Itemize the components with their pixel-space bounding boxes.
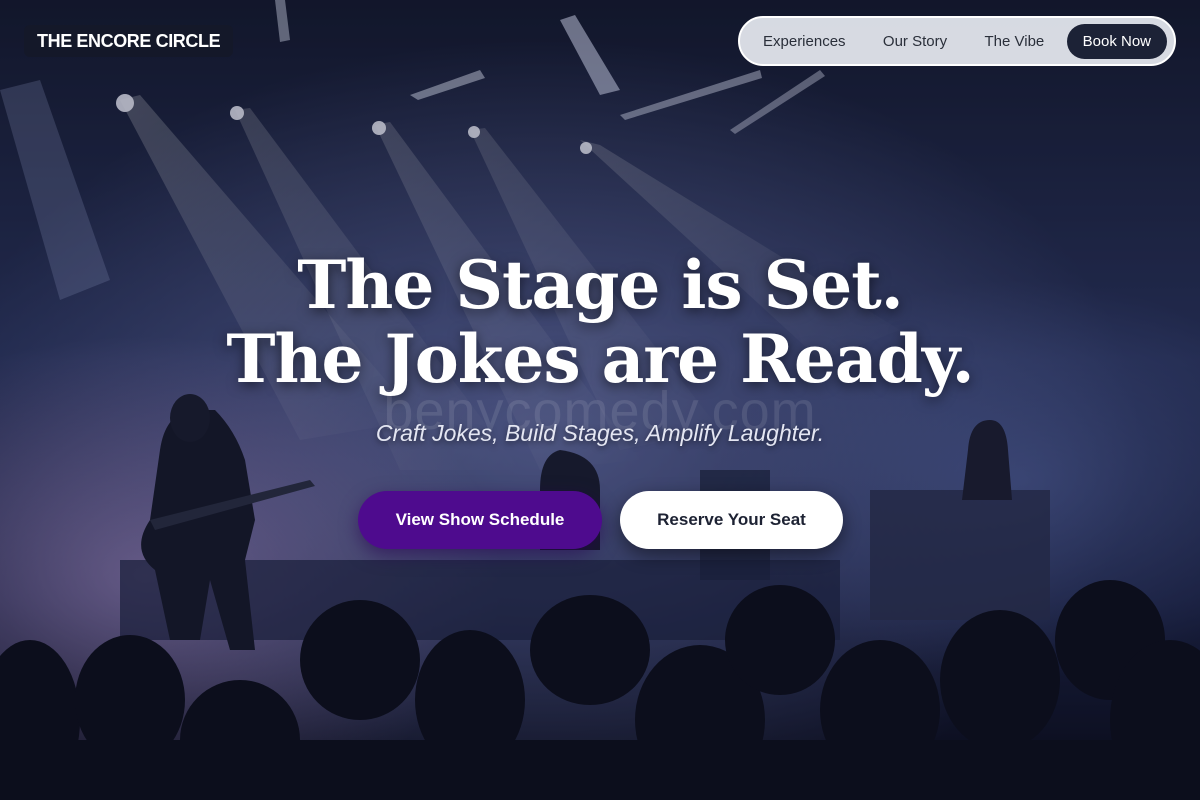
view-show-schedule-button[interactable]: View Show Schedule [358,491,602,549]
nav-link-the-vibe[interactable]: The Vibe [969,24,1059,59]
book-now-button[interactable]: Book Now [1066,23,1167,59]
view-show-schedule-label: View Show Schedule [395,510,565,529]
hero-headline-line-1: The Stage is Set. [297,246,903,324]
reserve-your-seat-button[interactable]: Reserve Your Seat [620,491,843,549]
main-navigation: Experiences Our Story The Vibe Book Now [738,16,1176,66]
hero-section: The Stage is Set. The Jokes are Ready. [0,248,1200,396]
hero-headline: The Stage is Set. The Jokes are Ready. [0,248,1200,396]
nav-link-experiences[interactable]: Experiences [748,24,861,59]
brand-name: THE ENCORE CIRCLE [37,30,221,51]
hero-tagline: Craft Jokes, Build Stages, Amplify Laugh… [375,420,825,446]
nav-link-our-story[interactable]: Our Story [868,24,962,59]
reserve-your-seat-label: Reserve Your Seat [657,510,806,529]
brand-logo[interactable]: THE ENCORE CIRCLE [24,25,234,57]
